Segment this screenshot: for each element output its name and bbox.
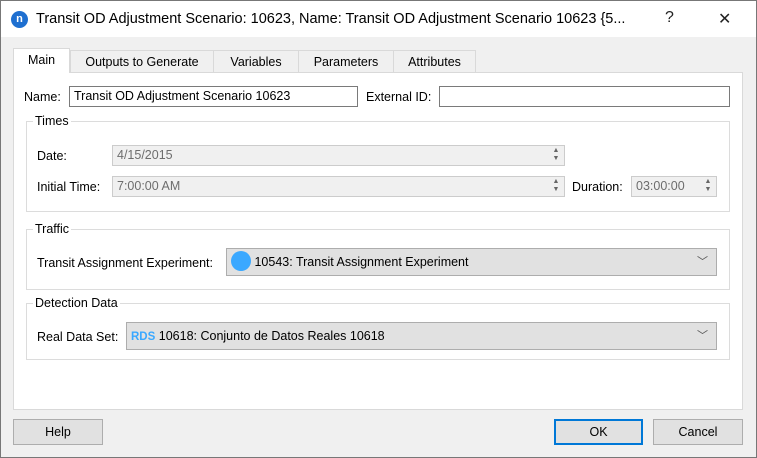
ok-button[interactable]: OK [554,419,643,445]
date-label: Date: [37,149,67,163]
name-label: Name: [24,90,61,104]
initial-time-value: 7:00:00 AM [117,179,181,193]
help-icon[interactable]: ? [665,9,674,27]
title-bar: n Transit OD Adjustment Scenario: 10623,… [0,0,757,37]
detection-data-legend: Detection Data [33,296,120,310]
transit-assignment-experiment-select[interactable]: 10543: Transit Assignment Experiment ﹀ [226,248,717,276]
tab-attributes[interactable]: Attributes [393,50,476,73]
window-title: Transit OD Adjustment Scenario: 10623, N… [36,11,626,27]
tab-variables[interactable]: Variables [213,50,299,73]
rds-badge-icon: RDS [131,331,156,343]
real-data-set-value: 10618: Conjunto de Datos Reales 10618 [158,329,385,343]
name-input[interactable]: Transit OD Adjustment Scenario 10623 [69,86,358,107]
tab-parameters[interactable]: Parameters [298,50,394,73]
tab-outputs-to-generate[interactable]: Outputs to Generate [70,50,214,73]
tab-label: Attributes [408,55,461,69]
experiment-label: Transit Assignment Experiment: [37,256,213,270]
duration-value: 03:00:00 [636,179,685,193]
tab-main[interactable]: Main [13,48,70,73]
spin-arrows-icon[interactable]: ▲ ▼ [550,178,562,195]
spin-arrows-icon[interactable]: ▲ ▼ [550,147,562,164]
initial-time-spinbox[interactable]: 7:00:00 AM ▲ ▼ [112,176,565,197]
tab-label: Outputs to Generate [85,55,199,69]
external-id-input[interactable] [439,86,730,107]
real-data-set-label: Real Data Set: [37,330,119,344]
times-group [26,121,730,212]
traffic-legend: Traffic [33,222,72,236]
tab-label: Parameters [313,55,379,69]
tab-label: Main [27,53,56,67]
date-value: 4/15/2015 [117,148,173,162]
app-logo-icon: n [11,11,28,28]
experiment-circle-icon [231,251,251,272]
chevron-down-icon: ﹀ [697,256,708,268]
tab-label: Variables [230,55,282,69]
real-data-set-select[interactable]: RDS 10618: Conjunto de Datos Reales 1061… [126,322,717,350]
external-id-label: External ID: [366,90,432,104]
chevron-down-icon: ﹀ [697,330,708,342]
close-icon[interactable]: ✕ [718,9,731,29]
times-legend: Times [33,114,71,128]
initial-time-label: Initial Time: [37,180,101,194]
duration-label: Duration: [572,180,623,194]
cancel-button[interactable]: Cancel [653,419,743,445]
date-spinbox[interactable]: 4/15/2015 ▲ ▼ [112,145,565,166]
spin-arrows-icon[interactable]: ▲ ▼ [702,178,714,195]
experiment-value: 10543: Transit Assignment Experiment [254,255,469,269]
duration-spinbox[interactable]: 03:00:00 ▲ ▼ [631,176,717,197]
help-button[interactable]: Help [13,419,103,445]
